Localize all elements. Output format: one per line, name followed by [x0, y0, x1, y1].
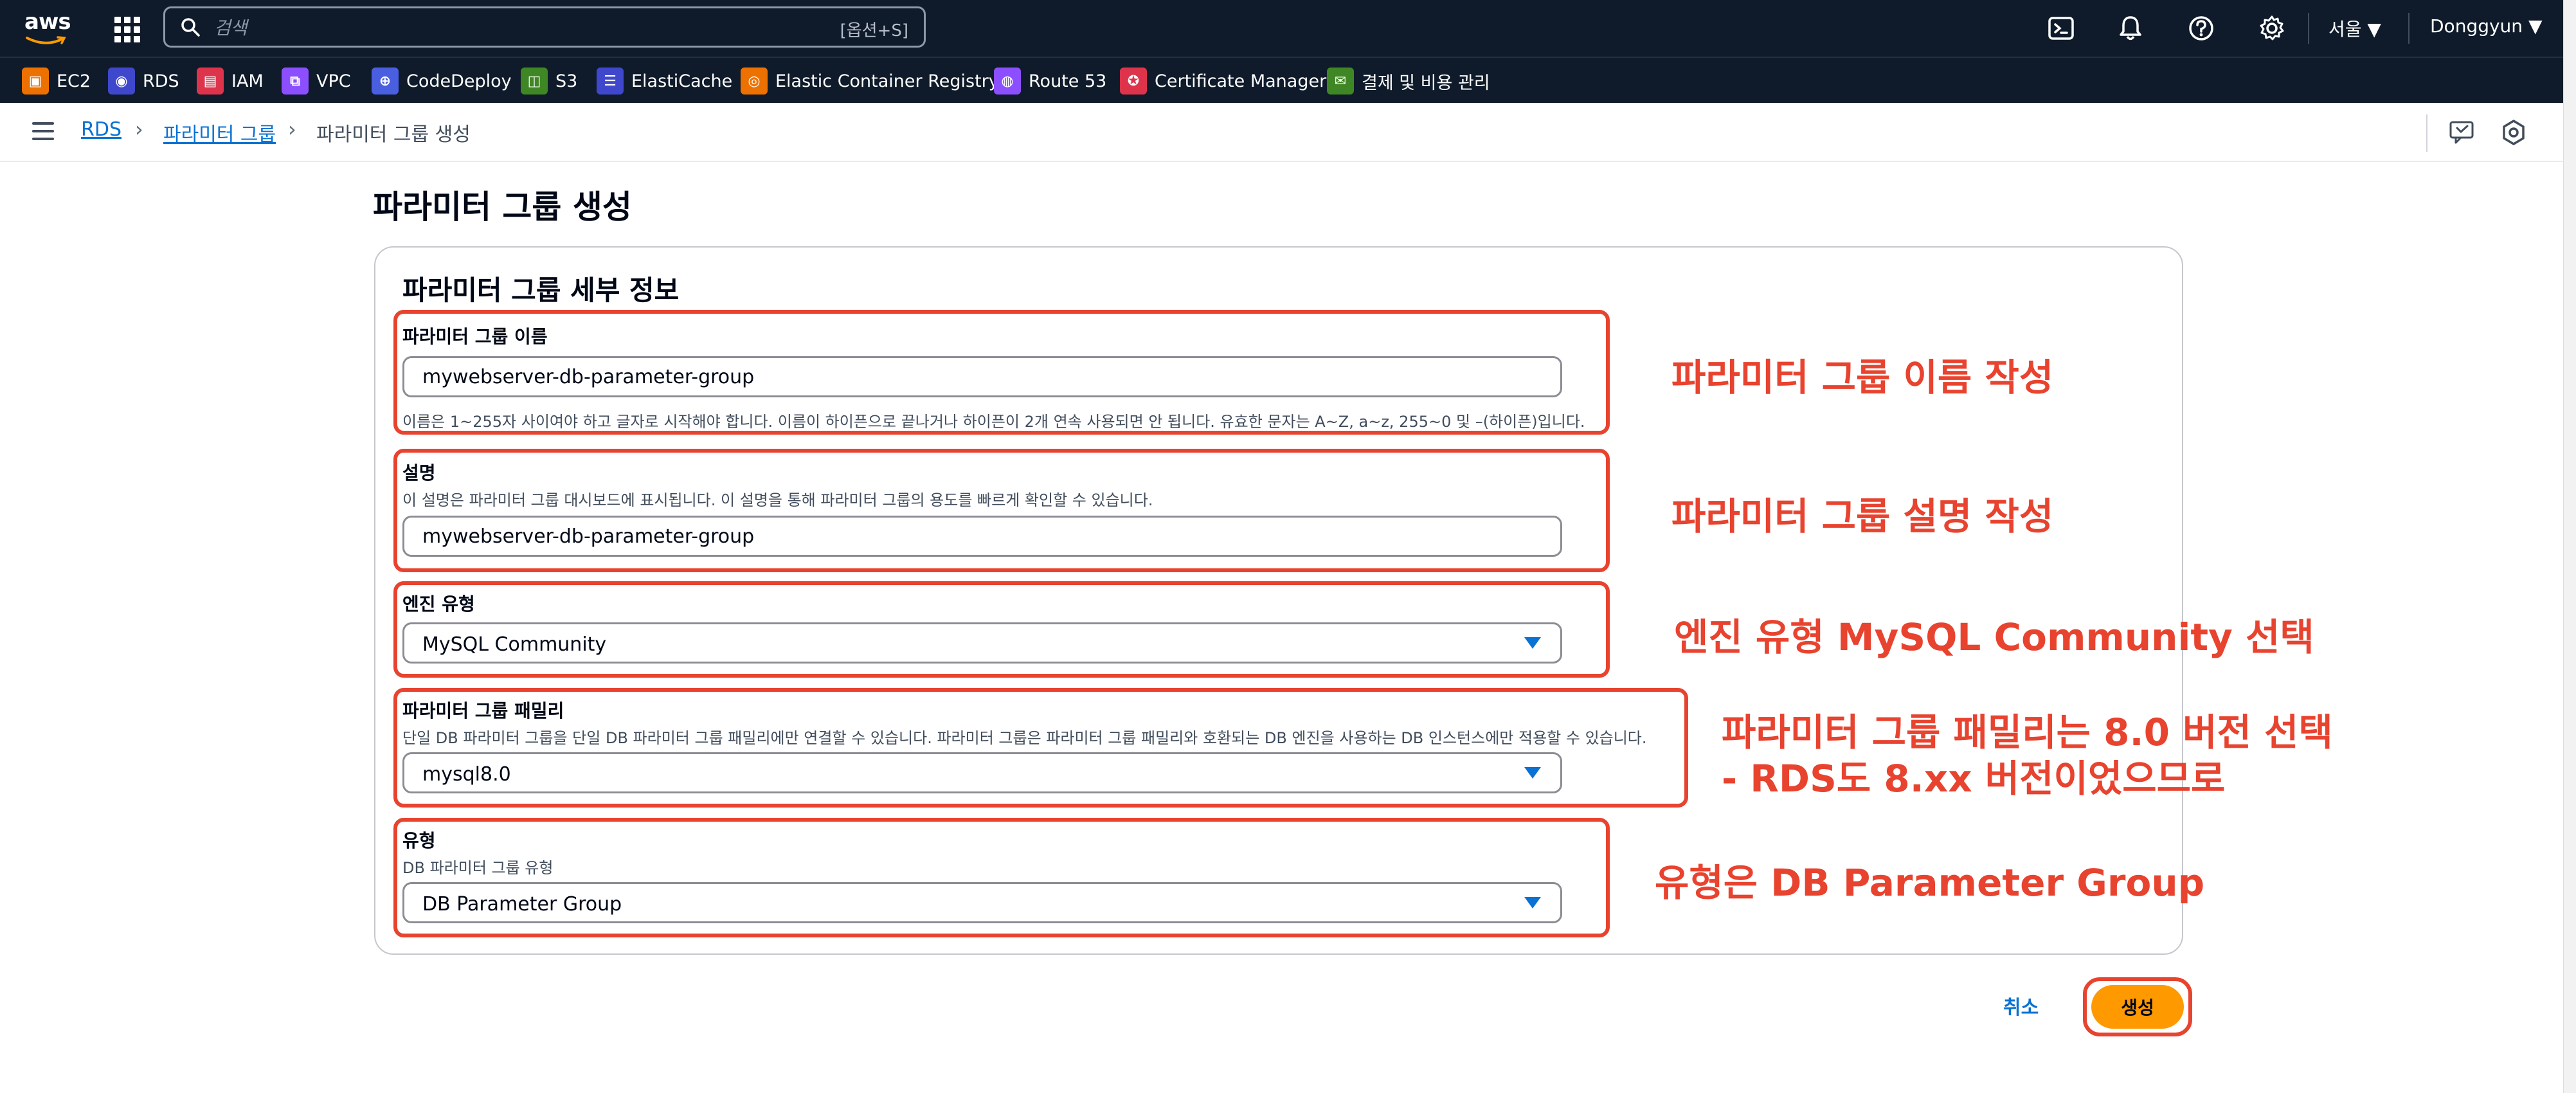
parameter-group-name-input[interactable] [402, 356, 1562, 397]
aws-smile-icon [26, 36, 66, 44]
family-value: mysql8.0 [422, 763, 511, 786]
type-value: DB Parameter Group [422, 893, 622, 916]
favorites-bar: ▣ EC2 ◉ RDS ▤ IAM ⧉ VPC ⊕ CodeDeploy ◫ S… [0, 57, 2563, 103]
feedback-icon[interactable] [2448, 118, 2476, 147]
elasticache-icon: ☰ [597, 68, 624, 95]
fav-label: IAM [231, 71, 264, 91]
nav-separator [2408, 13, 2409, 44]
toolbar-divider [2426, 114, 2427, 152]
type-hint: DB 파라미터 그룹 유형 [402, 859, 554, 877]
page-scrollbar[interactable] [2563, 0, 2576, 1093]
fav-route53[interactable]: ◍ Route 53 [994, 67, 1106, 95]
engine-type-select[interactable]: MySQL Community [402, 622, 1562, 664]
search-box[interactable]: [옵션+S] [163, 6, 926, 48]
create-button[interactable]: 생성 [2091, 985, 2184, 1029]
menu-icon[interactable] [32, 122, 55, 141]
certificate-manager-icon: ✪ [1120, 68, 1147, 95]
route53-icon: ◍ [994, 68, 1021, 95]
search-input[interactable] [214, 16, 793, 39]
apps-grid-icon[interactable] [113, 15, 140, 42]
top-navigation: aws [옵션+S] [0, 0, 2563, 57]
iam-icon: ▤ [197, 68, 224, 95]
description-hint: 이 설명은 파라미터 그룹 대시보드에 표시됩니다. 이 설명을 통해 파라미터… [402, 491, 1153, 509]
fav-label: S3 [555, 71, 578, 91]
nav-separator [2308, 13, 2309, 44]
description-label: 설명 [402, 462, 436, 483]
breadcrumb-bar: RDS › 파라미터 그룹 › 파라미터 그룹 생성 [0, 103, 2563, 162]
annotation-name-note: 파라미터 그룹 이름 작성 [1671, 356, 2054, 399]
panel-title: 파라미터 그룹 세부 정보 [402, 275, 680, 306]
caret-down-icon [1524, 897, 1541, 908]
ec2-icon: ▣ [22, 68, 49, 95]
name-hint: 이름은 1~255자 사이여야 하고 글자로 시작해야 합니다. 이름이 하이픈… [402, 413, 1585, 431]
chevron-right-icon: › [135, 117, 143, 141]
rds-icon: ◉ [108, 68, 135, 95]
description-input[interactable] [402, 516, 1562, 557]
codedeploy-icon: ⊕ [372, 68, 399, 95]
fav-certificate-manager[interactable]: ✪ Certificate Manager [1120, 67, 1326, 95]
fav-label: Route 53 [1029, 71, 1107, 91]
annotation-engine-note: 엔진 유형 MySQL Community 선택 [1674, 615, 2314, 659]
fav-billing[interactable]: ✉ 결제 및 비용 관리 [1327, 67, 1490, 95]
type-select[interactable]: DB Parameter Group [402, 882, 1562, 923]
engine-type-value: MySQL Community [422, 633, 607, 656]
vpc-icon: ⧉ [282, 68, 309, 95]
breadcrumb-parameter-groups[interactable]: 파라미터 그룹 [163, 118, 276, 147]
fav-label: EC2 [57, 71, 91, 91]
parameter-group-family-select[interactable]: mysql8.0 [402, 752, 1562, 793]
fav-elasticache[interactable]: ☰ ElastiCache [597, 67, 732, 95]
fav-label: Certificate Manager [1155, 71, 1327, 91]
search-icon [181, 18, 200, 37]
name-label: 파라미터 그룹 이름 [402, 326, 548, 347]
page-title: 파라미터 그룹 생성 [373, 188, 632, 226]
billing-icon: ✉ [1327, 68, 1354, 95]
fav-s3[interactable]: ◫ S3 [521, 67, 577, 95]
cloudshell-icon[interactable] [2047, 14, 2075, 42]
family-label: 파라미터 그룹 패밀리 [402, 700, 564, 721]
aws-logo-text: aws [24, 9, 71, 35]
chevron-right-icon: › [288, 117, 296, 141]
annotation-type-note: 유형은 DB Parameter Group [1655, 861, 2205, 905]
fav-rds[interactable]: ◉ RDS [108, 67, 179, 95]
fav-label: VPC [316, 71, 351, 91]
fav-label: Elastic Container Registry [775, 71, 999, 91]
s3-icon: ◫ [521, 68, 548, 95]
breadcrumb-rds[interactable]: RDS [81, 118, 122, 141]
account-menu[interactable]: Donggyun ▼ [2430, 15, 2542, 37]
bell-icon[interactable] [2116, 14, 2145, 42]
type-label: 유형 [402, 830, 436, 851]
fav-label: 결제 및 비용 관리 [1362, 73, 1490, 93]
fav-iam[interactable]: ▤ IAM [197, 67, 264, 95]
fav-label: ElastiCache [631, 71, 733, 91]
cancel-button[interactable]: 취소 [2003, 991, 2039, 1020]
aws-logo[interactable]: aws [23, 8, 71, 49]
ecr-icon: ◎ [741, 68, 768, 95]
fav-label: RDS [143, 71, 179, 91]
gear-icon[interactable] [2258, 14, 2286, 42]
family-hint: 단일 DB 파라미터 그룹을 단일 DB 파라미터 그룹 패밀리에만 연결할 수… [402, 729, 1647, 747]
fav-ecr[interactable]: ◎ Elastic Container Registry [741, 67, 999, 95]
fav-ec2[interactable]: ▣ EC2 [22, 67, 91, 95]
annotation-description-note: 파라미터 그룹 설명 작성 [1671, 494, 2054, 538]
fav-label: CodeDeploy [406, 71, 512, 91]
breadcrumb-current: 파라미터 그룹 생성 [316, 123, 471, 146]
caret-down-icon [1524, 637, 1541, 649]
console-page: aws [옵션+S] [0, 0, 2576, 1093]
fav-vpc[interactable]: ⧉ VPC [282, 67, 351, 95]
help-icon[interactable] [2187, 14, 2215, 42]
caret-down-icon [1524, 767, 1541, 779]
fav-codedeploy[interactable]: ⊕ CodeDeploy [372, 67, 512, 95]
search-shortcut-hint: [옵션+S] [840, 21, 908, 41]
region-selector[interactable]: 서울 ▼ [2328, 15, 2381, 41]
engine-label: 엔진 유형 [402, 593, 475, 615]
annotation-family-note-2: - RDS도 8.xx 버전이었으므로 [1722, 757, 2226, 800]
settings-hex-icon[interactable] [2499, 118, 2528, 147]
